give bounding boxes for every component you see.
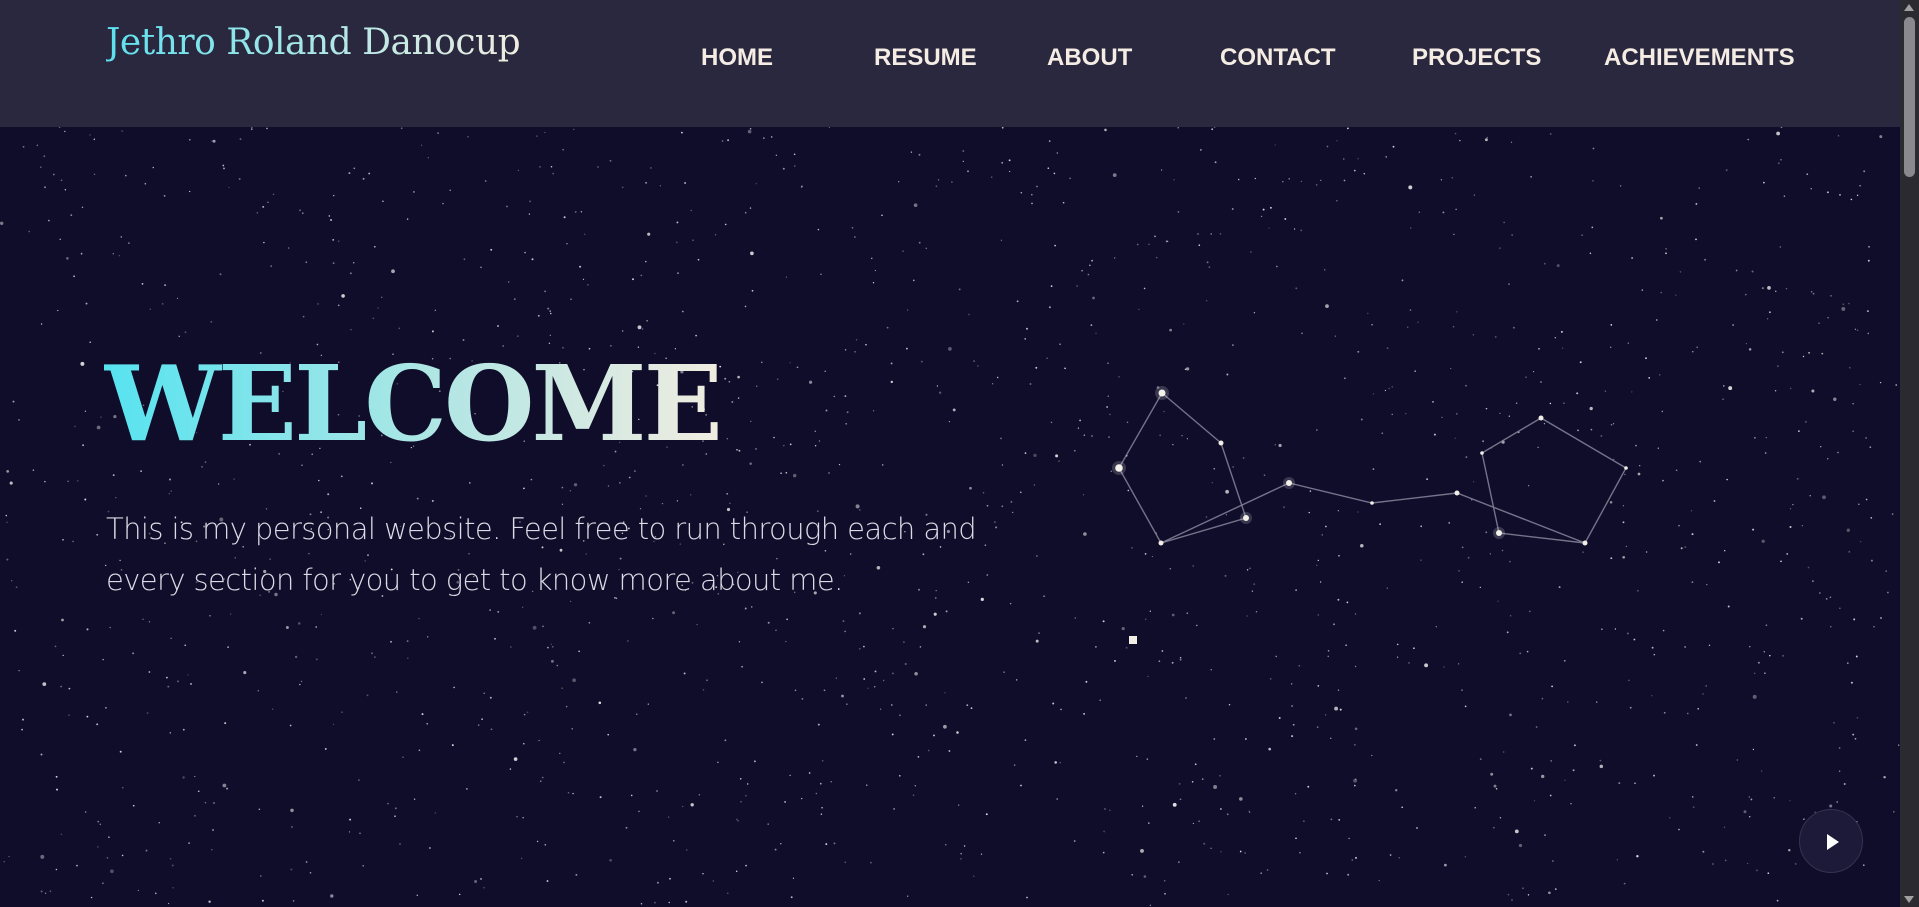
scroll-up-arrow-icon[interactable] (1904, 4, 1914, 11)
constellation-illustration (1112, 386, 1628, 644)
page-scrollbar[interactable] (1900, 0, 1919, 907)
music-play-button[interactable] (1799, 809, 1863, 873)
play-icon (1827, 834, 1839, 850)
scroll-thumb[interactable] (1904, 17, 1915, 177)
scroll-down-arrow-icon[interactable] (1904, 896, 1914, 903)
